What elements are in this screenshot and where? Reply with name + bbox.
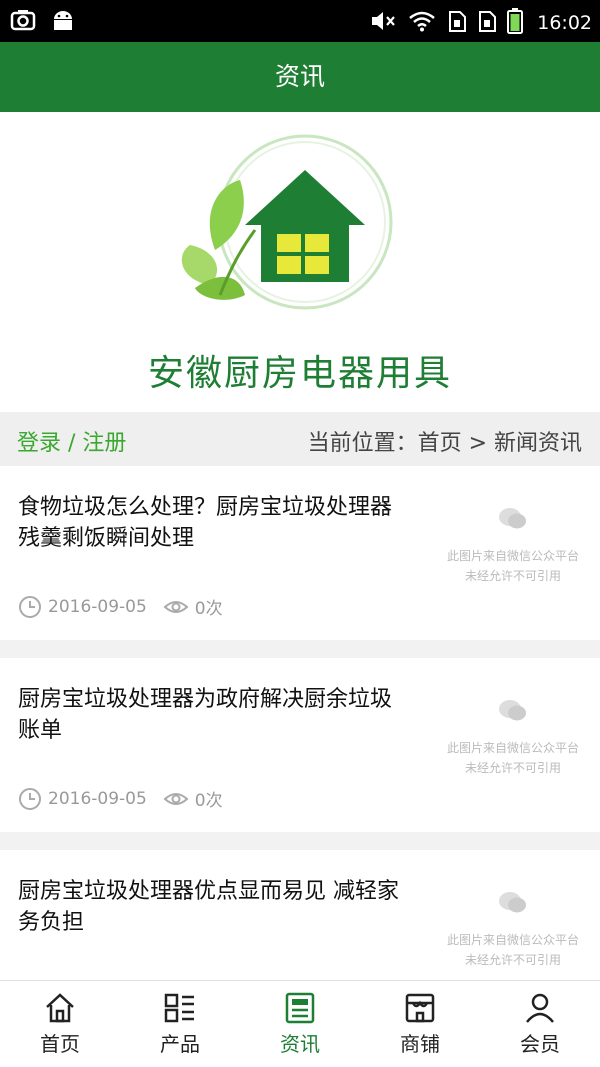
tab-label: 会员 [520, 1032, 560, 1056]
sim1-icon [447, 9, 467, 37]
tab-member[interactable]: 会员 [480, 981, 600, 1067]
article-item[interactable]: 厨房宝垃圾处理器为政府解决厨余垃圾账单 2016-09-05 0次 此图片来自微… [0, 658, 600, 832]
eye-icon [163, 600, 189, 613]
login-register-link[interactable]: 登录 / 注册 [17, 425, 126, 457]
eye-icon [163, 792, 189, 805]
tab-label: 产品 [160, 1032, 200, 1056]
clock: 16:02 [537, 12, 592, 34]
bottom-tab-bar: 首页 产品 资讯 商铺 会员 [0, 980, 600, 1067]
clock-icon [19, 595, 41, 618]
breadcrumb: 当前位置：首页 > 新闻资讯 [307, 431, 582, 456]
article-thumbnail[interactable]: 此图片来自微信公众平台 未经允许不可引用 [428, 890, 598, 990]
article-thumbnail[interactable]: 此图片来自微信公众平台 未经允许不可引用 [428, 698, 598, 798]
tab-products[interactable]: 产品 [120, 981, 240, 1067]
page-title: 资讯 [274, 62, 325, 91]
shop-icon [405, 993, 435, 1023]
thumb-notice-line1: 此图片来自微信公众平台 [446, 741, 579, 755]
article-meta: 2016-09-05 0次 [18, 786, 223, 811]
tab-label: 商铺 [400, 1032, 440, 1056]
article-date: 2016-09-05 [48, 596, 147, 617]
android-icon [50, 8, 76, 36]
article-item[interactable]: 食物垃圾怎么处理？厨房宝垃圾处理器残羹剩饭瞬间处理 2016-09-05 0次 … [0, 466, 600, 640]
location-bar: 登录 / 注册 当前位置：首页 > 新闻资讯 [0, 412, 600, 466]
brand-name: 安徽厨房电器用具 [147, 353, 452, 394]
wechat-icon [499, 508, 526, 529]
article-views: 0次 [194, 791, 223, 811]
wechat-icon [499, 892, 526, 913]
thumb-notice-line1: 此图片来自微信公众平台 [446, 549, 579, 563]
tab-label: 资讯 [280, 1032, 320, 1056]
tab-news[interactable]: 资讯 [240, 981, 360, 1067]
article-thumbnail[interactable]: 此图片来自微信公众平台 未经允许不可引用 [428, 506, 598, 606]
article-list: 食物垃圾怎么处理？厨房宝垃圾处理器残羹剩饭瞬间处理 2016-09-05 0次 … [0, 466, 600, 1042]
screenshot-icon [10, 8, 36, 36]
news-icon [285, 992, 315, 1024]
wifi-icon [407, 9, 437, 37]
thumb-notice-line2: 未经允许不可引用 [464, 761, 561, 775]
thumb-notice-line2: 未经允许不可引用 [464, 569, 561, 583]
battery-icon [507, 8, 524, 38]
tab-shop[interactable]: 商铺 [360, 981, 480, 1067]
home-icon [46, 993, 74, 1023]
article-views: 0次 [194, 599, 223, 619]
wechat-icon [499, 700, 526, 721]
tab-home[interactable]: 首页 [0, 981, 120, 1067]
thumb-notice-line1: 此图片来自微信公众平台 [446, 933, 579, 947]
sim2-icon [477, 9, 497, 37]
tab-label: 首页 [40, 1032, 80, 1056]
app-bar: 资讯 [0, 42, 600, 112]
person-icon [526, 993, 554, 1023]
shop-banner: 安徽厨房电器用具 [0, 112, 600, 412]
house-logo-icon [181, 134, 393, 310]
mute-icon [369, 9, 397, 37]
article-date: 2016-09-05 [48, 788, 147, 809]
thumb-notice-line2: 未经允许不可引用 [464, 953, 561, 967]
grid-list-icon [164, 993, 194, 1023]
article-title[interactable]: 厨房宝垃圾处理器优点显而易见 减轻家务负担 [18, 876, 403, 938]
article-title[interactable]: 厨房宝垃圾处理器为政府解决厨余垃圾账单 [18, 684, 403, 746]
status-bar: 16:02 [0, 0, 600, 42]
article-title[interactable]: 食物垃圾怎么处理？厨房宝垃圾处理器残羹剩饭瞬间处理 [18, 492, 403, 554]
article-meta: 2016-09-05 0次 [18, 594, 223, 619]
clock-icon [19, 787, 41, 810]
